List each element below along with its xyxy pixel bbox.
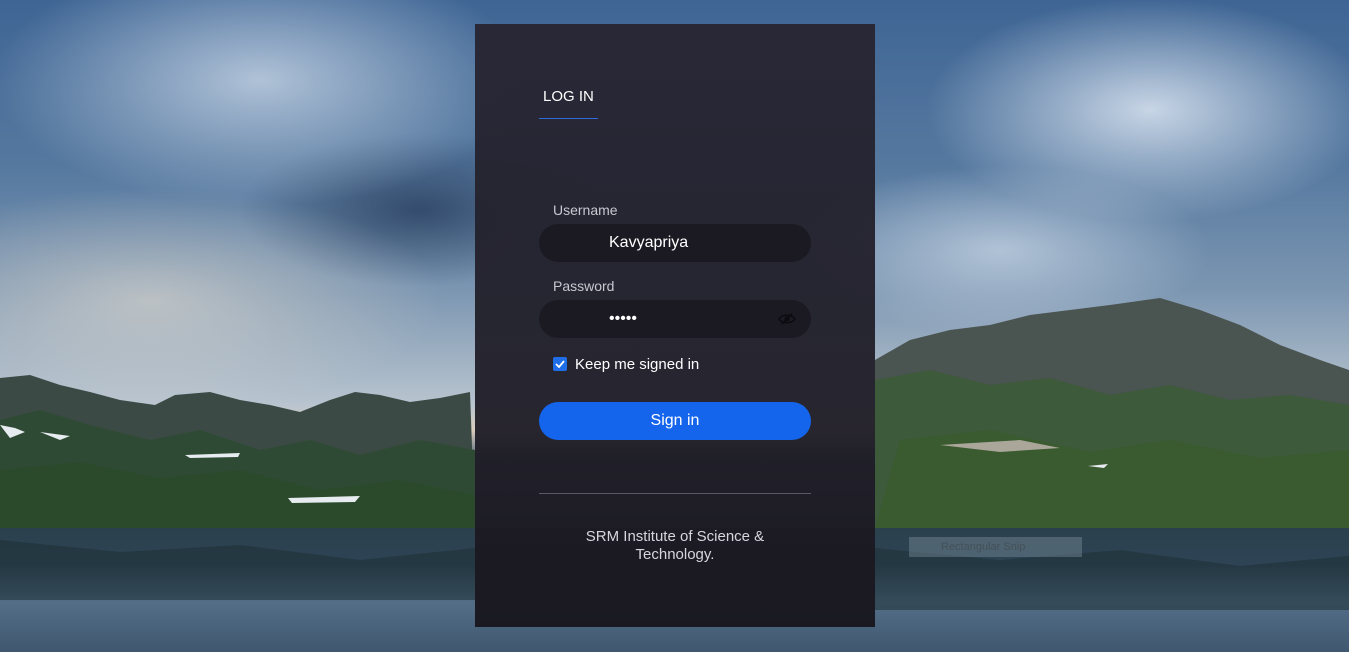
keep-signed-in-row[interactable]: Keep me signed in (553, 354, 699, 374)
divider (539, 493, 811, 494)
password-label: Password (553, 278, 615, 294)
footer-line-2: Technology. (635, 546, 715, 563)
snip-tooltip: Rectangular Snip (909, 537, 1082, 557)
check-icon (555, 360, 565, 368)
tab-login[interactable]: LOG IN (539, 88, 598, 119)
username-input[interactable] (539, 224, 811, 262)
username-label: Username (553, 202, 618, 218)
keep-signed-in-checkbox[interactable] (553, 357, 567, 371)
footer-institution: SRM Institute of Science & Technology. (539, 528, 811, 564)
sign-in-button[interactable]: Sign in (539, 402, 811, 440)
eye-off-icon[interactable] (778, 313, 796, 325)
footer-line-1: SRM Institute of Science & (585, 528, 765, 545)
keep-signed-in-label: Keep me signed in (575, 355, 700, 373)
login-panel: LOG IN Username Password Keep me signed … (475, 24, 875, 627)
password-input[interactable] (539, 300, 811, 338)
